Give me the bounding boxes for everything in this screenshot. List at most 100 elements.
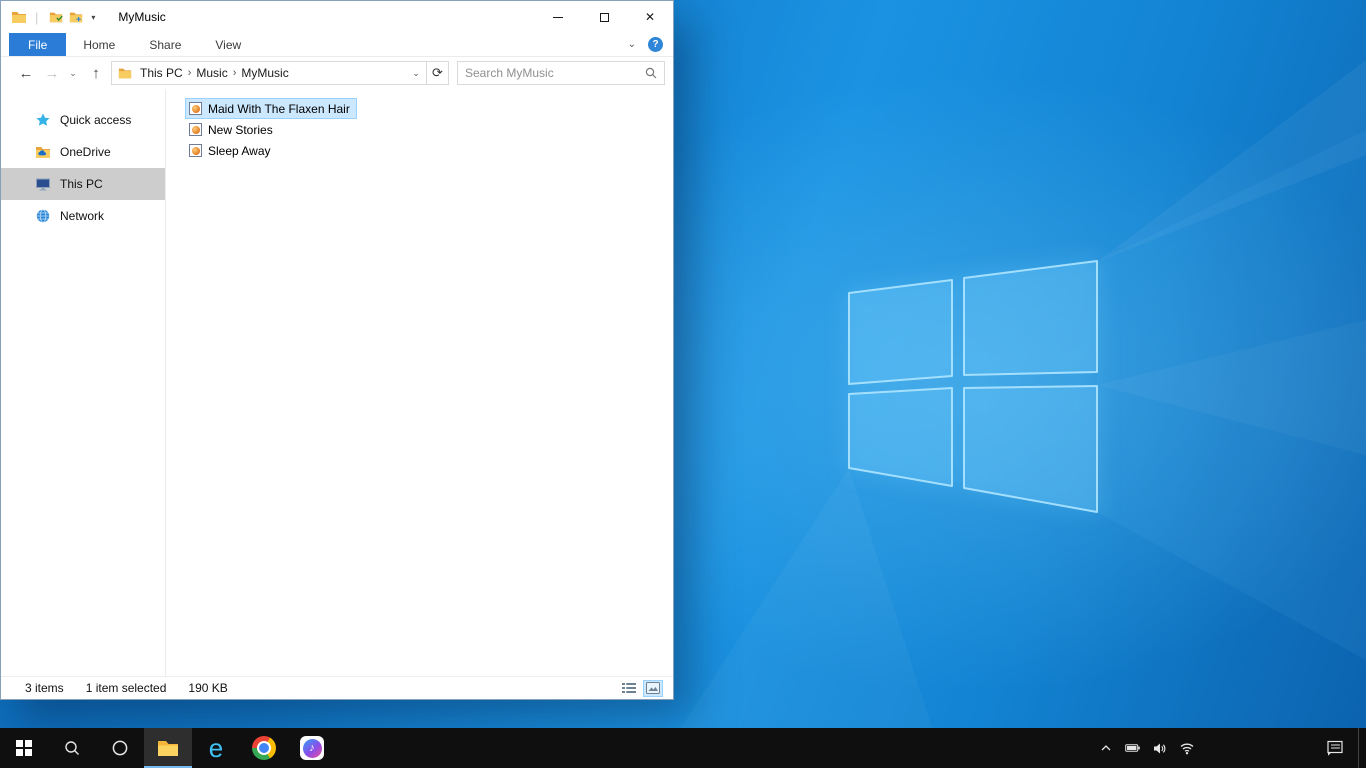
qat-properties-icon[interactable]: [49, 10, 64, 24]
music-file-icon: [189, 102, 202, 115]
file-name: New Stories: [208, 122, 273, 137]
file-row[interactable]: New Stories: [185, 119, 280, 140]
close-button[interactable]: ✕: [627, 1, 673, 33]
forward-button[interactable]: →: [39, 66, 65, 81]
ribbon-tab-bar: File Home Share View ⌄ ?: [1, 33, 673, 57]
address-bar-row: ← → ⌄ ↑ This PC › Music › MyMusic ⌄ ⟳: [1, 57, 673, 89]
qat-new-folder-icon[interactable]: [69, 10, 83, 24]
ribbon-collapse-icon[interactable]: ⌄: [628, 39, 636, 50]
minimize-icon: [553, 16, 563, 18]
sidebar-item-onedrive[interactable]: OneDrive: [1, 136, 165, 168]
sidebar-item-label: This PC: [60, 177, 103, 191]
file-list: Maid With The Flaxen Hair New Stories Sl…: [166, 89, 673, 676]
close-icon: ✕: [644, 10, 656, 24]
sidebar-item-network[interactable]: Network: [1, 200, 165, 232]
file-name: Maid With The Flaxen Hair: [208, 101, 350, 116]
tab-share[interactable]: Share: [132, 33, 198, 56]
ribbon-right-controls: ⌄ ?: [628, 33, 673, 56]
tab-view[interactable]: View: [198, 33, 258, 56]
breadcrumb-this-pc[interactable]: This PC: [135, 66, 188, 80]
windows-logo-wallpaper: [848, 260, 1098, 513]
quick-access-star-icon: [36, 113, 50, 126]
status-bar: 3 items 1 item selected 190 KB: [1, 676, 673, 699]
window-folder-icon[interactable]: [11, 9, 27, 25]
taskbar-itunes-button[interactable]: ♪: [288, 728, 336, 768]
large-icons-view-button[interactable]: [643, 679, 663, 697]
itunes-icon: ♪: [300, 736, 324, 760]
breadcrumb-music[interactable]: Music: [191, 66, 232, 80]
navigation-pane: Quick access OneDrive This PC Network: [1, 89, 166, 676]
view-toggle-buttons: [619, 679, 663, 697]
recent-locations-dropdown[interactable]: ⌄: [65, 68, 81, 78]
address-dropdown-icon[interactable]: ⌄: [406, 68, 426, 79]
qat-dropdown-icon[interactable]: ▾: [91, 13, 95, 22]
chrome-icon: [252, 736, 276, 760]
file-row-selected[interactable]: Maid With The Flaxen Hair: [185, 98, 357, 119]
file-name: Sleep Away: [208, 143, 271, 158]
window-title: MyMusic: [118, 10, 166, 24]
status-size: 190 KB: [188, 681, 228, 695]
file-row[interactable]: Sleep Away: [185, 140, 278, 161]
help-icon[interactable]: ?: [648, 37, 663, 52]
battery-icon: [1124, 744, 1140, 752]
sidebar-item-label: Network: [60, 209, 105, 223]
taskbar-search-button[interactable]: [48, 728, 96, 768]
sidebar-item-quick-access[interactable]: Quick access: [1, 104, 165, 136]
tray-overflow-button[interactable]: [1092, 728, 1119, 768]
taskbar-file-explorer-button[interactable]: [144, 728, 192, 768]
maximize-icon: [599, 12, 609, 22]
volume-button[interactable]: [1146, 728, 1173, 768]
breadcrumb-mymusic[interactable]: MyMusic: [236, 66, 293, 80]
music-file-icon: [189, 123, 202, 136]
music-note-icon: ♪: [302, 738, 322, 758]
large-icons-view-icon: [646, 682, 660, 694]
system-tray: [1092, 728, 1366, 768]
wifi-icon: [1180, 743, 1193, 755]
search-box: [457, 61, 665, 85]
back-button[interactable]: ←: [13, 66, 39, 81]
window-caption-buttons: ✕: [535, 1, 673, 33]
search-icon: [65, 741, 79, 755]
taskbar-internet-explorer-button[interactable]: e: [192, 728, 240, 768]
status-selection: 1 item selected: [85, 681, 167, 695]
this-pc-icon: [36, 178, 50, 191]
taskbar-chrome-button[interactable]: [240, 728, 288, 768]
music-file-icon: [189, 144, 202, 157]
windows-start-icon: [16, 740, 32, 756]
sidebar-item-label: OneDrive: [60, 145, 111, 159]
network-globe-icon: [36, 209, 50, 223]
title-bar: | ▾ MyMusic ✕: [1, 1, 673, 33]
details-view-icon: [622, 683, 636, 693]
start-button[interactable]: [0, 728, 48, 768]
search-input[interactable]: [465, 66, 645, 80]
onedrive-icon: [35, 144, 51, 160]
address-folder-icon: [118, 68, 132, 79]
minimize-button[interactable]: [535, 1, 581, 33]
qat-separator: |: [35, 9, 39, 25]
explorer-body: Quick access OneDrive This PC Network Ma…: [1, 89, 673, 676]
network-button[interactable]: [1173, 728, 1200, 768]
search-icon: [645, 67, 657, 79]
details-view-button[interactable]: [619, 680, 639, 697]
file-explorer-icon: [158, 741, 178, 756]
tab-file[interactable]: File: [9, 33, 67, 56]
battery-status[interactable]: [1119, 728, 1146, 768]
sidebar-item-label: Quick access: [60, 113, 132, 127]
show-desktop-button[interactable]: [1358, 728, 1366, 768]
cortana-circle-icon: [112, 740, 128, 756]
cortana-button[interactable]: [96, 728, 144, 768]
sidebar-item-this-pc[interactable]: This PC: [1, 168, 165, 200]
up-button[interactable]: ↑: [81, 66, 111, 81]
refresh-button[interactable]: ⟳: [427, 61, 449, 85]
action-center-button[interactable]: [1312, 728, 1358, 768]
tab-home[interactable]: Home: [66, 33, 132, 56]
status-item-count: 3 items: [25, 681, 64, 695]
chevron-up-icon: [1101, 745, 1110, 751]
taskbar: e ♪: [0, 728, 1366, 768]
speaker-icon: [1154, 743, 1166, 753]
file-explorer-window: | ▾ MyMusic ✕ File Home Share View ⌄ ? ←…: [0, 0, 674, 700]
maximize-button[interactable]: [581, 1, 627, 33]
action-center-icon: [1326, 740, 1343, 756]
address-bar[interactable]: This PC › Music › MyMusic ⌄: [111, 61, 427, 85]
internet-explorer-icon: e: [208, 732, 224, 763]
